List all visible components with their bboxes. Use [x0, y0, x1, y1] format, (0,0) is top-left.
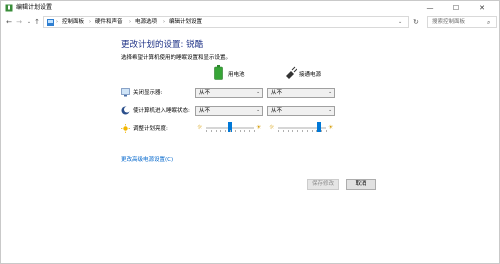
- power-plug-icon: [286, 66, 297, 79]
- page-description: 选择希望计算机使用的睡眠设置和显示设置。: [121, 55, 232, 61]
- setting-label-sleep: 使计算机进入睡眠状态:: [133, 108, 190, 114]
- chevron-down-icon: ⌄: [256, 108, 260, 113]
- slider-tick: [302, 130, 303, 132]
- chevron-down-icon: ⌄: [328, 90, 332, 95]
- breadcrumb-separator: ›: [89, 19, 91, 25]
- address-bar[interactable]: › 控制面板 › 硬件和声音 › 电源选项 › 编辑计划设置 ⌄: [43, 16, 409, 28]
- moon-icon: [121, 106, 130, 115]
- page-title: 更改计划的设置: 锐酷: [121, 40, 204, 50]
- title-bar: 编辑计划设置 — ☐ ✕: [1, 1, 499, 15]
- slider-tick: [211, 130, 212, 132]
- slider-tick: [254, 130, 255, 132]
- cancel-button[interactable]: 取消: [346, 179, 376, 190]
- breadcrumb-hardware-sound[interactable]: 硬件和声音: [95, 18, 123, 27]
- slider-tick: [225, 130, 226, 132]
- dim-brightness-icon: ☼: [197, 124, 203, 131]
- slider-tick: [292, 130, 293, 132]
- breadcrumb-separator: ›: [129, 19, 131, 25]
- select-value: 从不: [271, 90, 283, 96]
- chevron-down-icon: ⌄: [328, 108, 332, 113]
- sleep-plugged-select[interactable]: 从不 ⌄: [267, 106, 335, 116]
- setting-label-display: 关闭显示器:: [133, 90, 163, 96]
- slider-tick: [249, 130, 250, 132]
- display-plugged-select[interactable]: 从不 ⌄: [267, 88, 335, 98]
- setting-label-brightness: 调整计划亮度:: [133, 126, 168, 132]
- search-input[interactable]: 搜索控制面板 ⌕: [427, 16, 497, 28]
- slider-tick: [206, 130, 207, 132]
- slider-tick: [326, 130, 327, 132]
- recent-locations-button[interactable]: ⌄: [25, 17, 33, 27]
- address-dropdown-icon[interactable]: ⌄: [398, 18, 402, 27]
- search-icon: ⌕: [487, 19, 491, 26]
- slider-tick: [297, 130, 298, 132]
- window: 编辑计划设置 — ☐ ✕ ← → ⌄ ↑ › 控制面板 › 硬件和声音 › 电源…: [0, 0, 500, 264]
- slider-tick: [244, 130, 245, 132]
- power-options-icon: [5, 4, 13, 12]
- chevron-down-icon: ⌄: [256, 90, 260, 95]
- window-title: 编辑计划设置: [16, 4, 53, 11]
- column-label-plugged-in: 接通电源: [299, 72, 322, 78]
- slider-tick: [307, 130, 308, 132]
- breadcrumb-power-options[interactable]: 电源选项: [135, 18, 157, 27]
- search-placeholder: 搜索控制面板: [432, 19, 466, 25]
- slider-tick: [230, 130, 231, 132]
- bright-brightness-icon: ☀: [256, 124, 262, 131]
- breadcrumb-edit-plan[interactable]: 编辑计划设置: [169, 18, 202, 27]
- slider-tick: [220, 130, 221, 132]
- slider-tick: [288, 130, 289, 132]
- slider-tick: [240, 130, 241, 132]
- breadcrumb-separator: ›: [56, 19, 58, 25]
- slider-tick: [216, 130, 217, 132]
- dim-brightness-icon: ☼: [269, 124, 275, 131]
- breadcrumb-separator: ›: [163, 19, 165, 25]
- bright-brightness-icon: ☀: [328, 124, 334, 131]
- monitor-icon: [121, 88, 130, 97]
- slider-tick: [312, 130, 313, 132]
- back-button[interactable]: ←: [5, 17, 13, 27]
- sleep-battery-select[interactable]: 从不 ⌄: [195, 106, 263, 116]
- save-button[interactable]: 保存修改: [307, 179, 339, 190]
- up-button[interactable]: ↑: [33, 17, 41, 27]
- select-value: 从不: [199, 108, 211, 114]
- navigation-bar: ← → ⌄ ↑ › 控制面板 › 硬件和声音 › 电源选项 › 编辑计划设置 ⌄…: [1, 15, 499, 29]
- slider-tick: [283, 130, 284, 132]
- slider-tick: [321, 130, 322, 132]
- column-label-battery: 用电池: [228, 72, 245, 78]
- battery-icon: [214, 65, 223, 80]
- control-panel-icon: [47, 19, 54, 26]
- close-button[interactable]: ✕: [471, 1, 493, 15]
- forward-button[interactable]: →: [15, 17, 23, 27]
- select-value: 从不: [271, 108, 283, 114]
- slider-tick: [316, 130, 317, 132]
- slider-tick: [235, 130, 236, 132]
- breadcrumb-control-panel[interactable]: 控制面板: [62, 18, 84, 27]
- brightness-plugged-slider[interactable]: ☼ ☀: [269, 122, 335, 134]
- advanced-power-settings-link[interactable]: 更改高级电源设置(C): [121, 155, 173, 163]
- minimize-button[interactable]: —: [419, 1, 441, 15]
- select-value: 从不: [199, 90, 211, 96]
- refresh-button[interactable]: ↻: [413, 17, 419, 27]
- display-battery-select[interactable]: 从不 ⌄: [195, 88, 263, 98]
- brightness-battery-slider[interactable]: ☼ ☀: [197, 122, 263, 134]
- sun-icon: [121, 124, 130, 133]
- maximize-button[interactable]: ☐: [445, 1, 467, 15]
- slider-tick: [278, 130, 279, 132]
